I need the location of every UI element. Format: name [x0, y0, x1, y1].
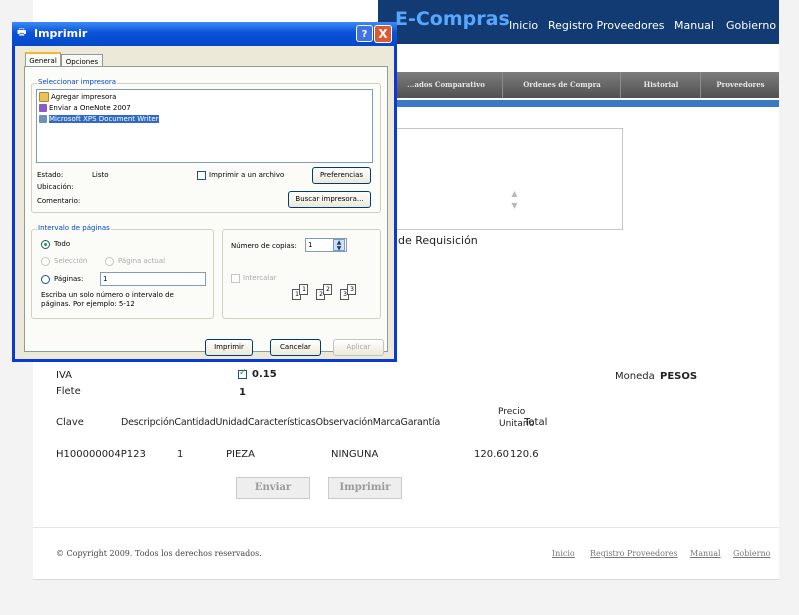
imprimir-button[interactable]: Imprimir	[328, 477, 402, 499]
paginas-input[interactable]: 1	[100, 272, 206, 286]
printer-item-add[interactable]: Agregar impresora	[39, 92, 372, 103]
footer-divider	[33, 527, 779, 528]
footer-link-inicio[interactable]: Inicio	[552, 549, 575, 558]
pagina-actual-label: Página actual	[118, 257, 166, 265]
flete-label: Flete	[56, 386, 81, 397]
row-cantidad: 1	[177, 449, 184, 460]
close-button[interactable]: X	[374, 25, 392, 43]
table-header-total: Total	[524, 417, 548, 428]
help-button[interactable]: ?	[356, 25, 373, 42]
table-header-clave: Clave	[56, 417, 84, 428]
nav-gobierno[interactable]: Gobierno	[726, 19, 776, 32]
footer-link-registro-proveedores[interactable]: Registro Proveedores	[590, 549, 678, 558]
copias-label: Número de copias:	[231, 242, 297, 250]
dialog-imprimir-button[interactable]: Imprimir	[205, 339, 253, 356]
page-range-hint: Escriba un solo número o intervalo de pá…	[41, 291, 174, 308]
iva-label: IVA	[56, 370, 72, 381]
xps-printer-icon	[39, 115, 47, 123]
estado-label: Estado:	[37, 171, 64, 179]
intercalar-checkbox[interactable]	[231, 274, 240, 283]
paginas-label: Páginas:	[54, 275, 84, 283]
buscar-impresora-button[interactable]: Buscar impresora...	[288, 191, 371, 208]
add-printer-icon	[39, 92, 49, 102]
radio-paginas[interactable]	[41, 275, 50, 284]
collate-page-icon: 1	[299, 284, 308, 295]
print-to-file-label: Imprimir a un archivo	[209, 171, 285, 179]
dialog-title: Imprimir	[34, 27, 88, 40]
preferencias-button[interactable]: Preferencias	[312, 167, 371, 184]
tab-historial[interactable]: Historial	[620, 72, 701, 98]
footer-copyright: © Copyright 2009. Todos los derechos res…	[56, 549, 262, 558]
iva-value: 0.15	[252, 369, 277, 380]
todo-label: Todo	[54, 240, 71, 248]
footer-link-manual[interactable]: Manual	[690, 549, 721, 558]
observaciones-textarea[interactable]	[381, 128, 623, 230]
tab-proveedores[interactable]: Proveedores	[700, 72, 780, 98]
page-range-label: Intervalo de páginas	[37, 224, 111, 232]
printer-item-label: Microsoft XPS Document Writer	[49, 115, 159, 123]
onenote-printer-icon	[39, 104, 47, 112]
footer-link-gobierno[interactable]: Gobierno	[733, 549, 770, 558]
nav-registro-proveedores[interactable]: Registro Proveedores	[548, 19, 665, 32]
requisicion-label: de Requisición	[398, 234, 478, 247]
printer-item-label: Enviar a OneNote 2007	[49, 104, 131, 112]
row-caracteristicas: NINGUNA	[331, 449, 379, 460]
printer-item-xps[interactable]: Microsoft XPS Document Writer	[39, 114, 372, 125]
printer-item-onenote[interactable]: Enviar a OneNote 2007	[39, 103, 372, 114]
estado-value: Listo	[92, 171, 109, 179]
printer-item-label: Agregar impresora	[51, 93, 117, 101]
nav-manual[interactable]: Manual	[674, 19, 714, 32]
printer-list[interactable]: Agregar impresora Enviar a OneNote 2007 …	[36, 89, 373, 163]
dialog-cancelar-button[interactable]: Cancelar	[270, 339, 321, 356]
radio-seleccion[interactable]	[41, 257, 50, 266]
tab-cuadros-comparativo[interactable]: ...ados Comparativo	[390, 72, 502, 98]
copies-spinner-icon[interactable]: ▲ ▼	[333, 239, 345, 252]
table-header-columns: DescripciónCantidadUnidadCaracterísticas…	[121, 417, 441, 428]
moneda-value: PESOS	[660, 371, 698, 382]
select-printer-label: Seleccionar impresora	[37, 78, 118, 86]
dialog-aplicar-button[interactable]: Aplicar	[333, 339, 384, 356]
brand-logo: E-Compras	[395, 8, 510, 30]
enviar-button[interactable]: Enviar	[236, 477, 310, 499]
nav-inicio[interactable]: Inicio	[509, 19, 538, 32]
row-total: 120.6	[510, 449, 539, 460]
moneda-label: Moneda	[615, 371, 655, 382]
collate-page-icon: 3	[347, 284, 356, 295]
footer-bottom-line	[33, 579, 779, 580]
print-to-file-checkbox[interactable]	[197, 171, 206, 180]
radio-pagina-actual[interactable]	[105, 257, 114, 266]
accent-bar	[390, 100, 779, 107]
printer-icon: 🖶	[17, 27, 27, 38]
row-clave: H100000004P123	[56, 449, 146, 460]
intercalar-label: Intercalar	[243, 274, 277, 282]
iva-checkbox[interactable]: ✓	[238, 368, 247, 379]
ubicacion-label: Ubicación:	[37, 183, 74, 191]
collate-page-icon: 2	[323, 284, 332, 295]
row-unidad: PIEZA	[226, 449, 255, 460]
row-precio: 120.60	[474, 449, 509, 460]
seleccion-label: Selección	[54, 257, 88, 265]
flete-value: 1	[239, 387, 246, 398]
textarea-scroll-arrows-icon[interactable]: ▲ ▼	[509, 188, 520, 214]
radio-todo[interactable]	[41, 240, 50, 249]
table-header-precio: Precio	[498, 407, 526, 417]
comentario-label: Comentario:	[37, 197, 81, 205]
tab-ordenes-de-compra[interactable]: Ordenes de Compra	[502, 72, 621, 98]
